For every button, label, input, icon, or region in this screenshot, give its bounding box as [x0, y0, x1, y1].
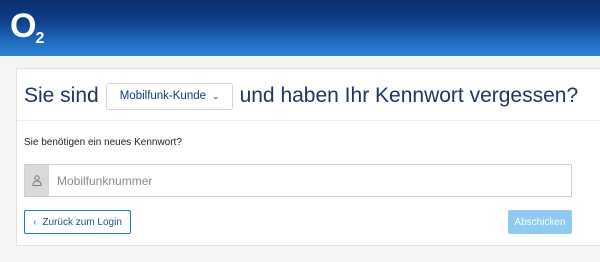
- title-prefix: Sie sind: [24, 84, 99, 107]
- form-subtext: Sie benötigen ein neues Kennwort?: [24, 137, 182, 148]
- submit-button[interactable]: Abschicken: [508, 210, 572, 234]
- phone-number-input[interactable]: [49, 165, 571, 196]
- logo-subscript: 2: [35, 30, 45, 47]
- chevron-down-icon: ⌄: [212, 90, 220, 101]
- back-to-login-label: Zurück zum Login: [42, 216, 122, 228]
- phone-number-field: [24, 164, 572, 197]
- page-title: Sie sind Mobilfunk-Kunde ⌄ und haben Ihr…: [24, 81, 578, 111]
- user-icon: [25, 165, 49, 196]
- chevron-left-icon: ‹: [33, 216, 37, 228]
- password-reset-card: Sie sind Mobilfunk-Kunde ⌄ und haben Ihr…: [16, 68, 600, 246]
- header-bar: O2: [0, 0, 600, 56]
- o2-logo[interactable]: O2: [10, 7, 44, 47]
- logo-letter: O: [10, 7, 36, 45]
- customer-type-value: Mobilfunk-Kunde: [119, 90, 207, 102]
- title-suffix: und haben Ihr Kennwort vergessen?: [239, 84, 579, 107]
- back-to-login-button[interactable]: ‹ Zurück zum Login: [24, 210, 131, 234]
- divider: [17, 120, 600, 121]
- customer-type-dropdown[interactable]: Mobilfunk-Kunde ⌄: [105, 82, 233, 110]
